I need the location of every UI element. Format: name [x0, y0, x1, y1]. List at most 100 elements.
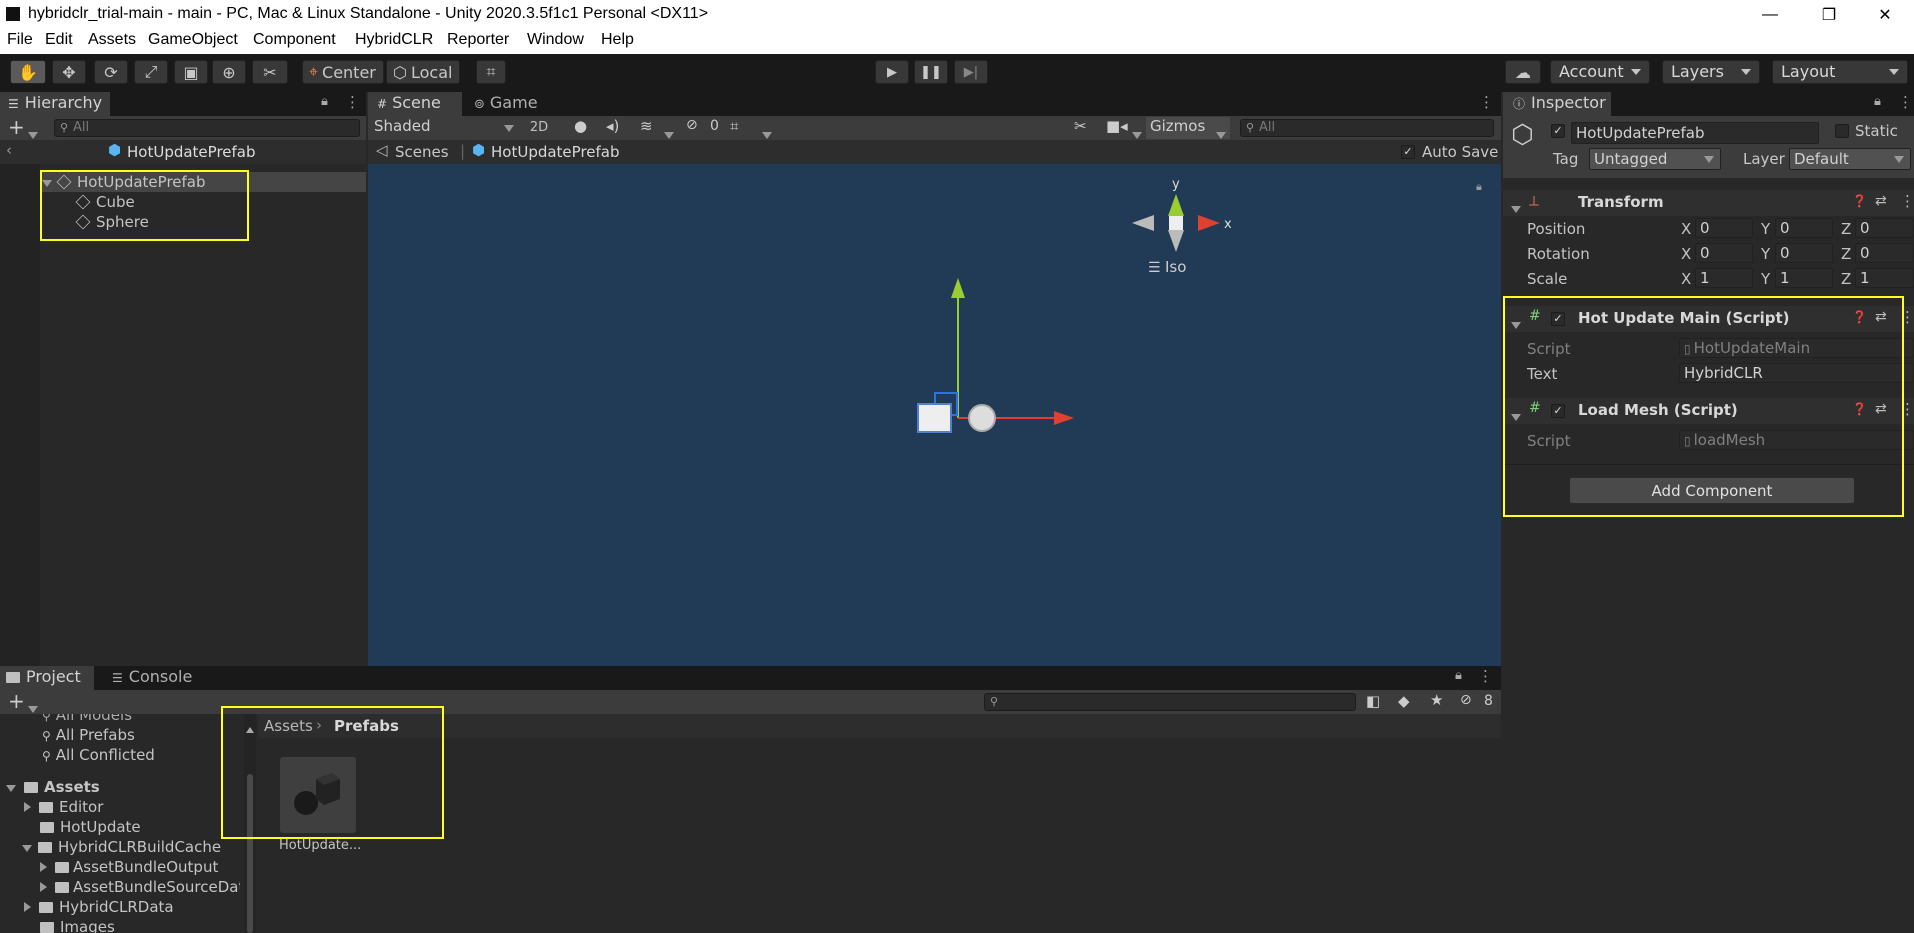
move-tool-icon[interactable]: ✥: [52, 60, 86, 84]
tag-dropdown[interactable]: Untagged: [1589, 148, 1721, 170]
foldout-arrow-icon[interactable]: [1511, 199, 1521, 217]
hidden-objects-icon[interactable]: ⊘: [686, 117, 698, 133]
tree-item-images[interactable]: Images: [40, 918, 115, 933]
active-checkbox[interactable]: ✓: [1551, 124, 1565, 138]
tree-item-all-prefabs[interactable]: ⚲ All Prefabs: [42, 726, 135, 744]
move-handle[interactable]: [917, 278, 1074, 433]
layer-dropdown[interactable]: Default: [1789, 148, 1911, 170]
position-z-field[interactable]: 0: [1855, 218, 1914, 238]
tab-inspector[interactable]: ⓘ Inspector: [1503, 92, 1611, 116]
scene-viewport[interactable]: y x ☰ Iso 🔒︎: [368, 164, 1501, 666]
effects-icon[interactable]: ≋: [640, 117, 653, 135]
expand-arrow-icon[interactable]: [24, 802, 31, 812]
2d-toggle[interactable]: 2D: [524, 118, 554, 138]
help-icon[interactable]: ❓: [1852, 194, 1867, 208]
expand-arrow-icon[interactable]: [40, 882, 47, 892]
gizmo-lock-icon[interactable]: 🔒︎: [1476, 180, 1482, 193]
menu-component[interactable]: Component: [253, 31, 336, 49]
expand-arrow-icon[interactable]: [6, 785, 16, 792]
rect-tool-icon[interactable]: ▣: [174, 60, 208, 84]
kebab-menu-icon[interactable]: ⋮: [1479, 93, 1494, 111]
orientation-gizmo[interactable]: y x ☰ Iso: [1132, 177, 1232, 276]
tab-scene[interactable]: # Scene: [368, 92, 462, 116]
menu-edit[interactable]: Edit: [45, 31, 73, 49]
object-name-field[interactable]: HotUpdatePrefab: [1571, 122, 1819, 144]
cloud-icon[interactable]: ☁: [1505, 60, 1541, 84]
tools-icon[interactable]: ✂: [1074, 117, 1087, 135]
position-y-field[interactable]: 0: [1775, 218, 1833, 238]
transform-header[interactable]: ⟂ Transform ❓ ⇄ ⋮: [1503, 190, 1914, 216]
kebab-menu-icon[interactable]: ⋮: [1898, 93, 1913, 111]
filter-label-icon[interactable]: ◆: [1398, 692, 1410, 710]
tree-item-assetbundleoutput[interactable]: AssetBundleOutput: [40, 858, 218, 876]
tree-item-hotupdate[interactable]: HotUpdate: [40, 818, 141, 836]
lock-icon[interactable]: 🔒︎: [1455, 668, 1462, 683]
layers-dropdown[interactable]: Layers: [1662, 60, 1760, 84]
tab-hierarchy[interactable]: ☰ Hierarchy: [0, 92, 110, 116]
scale-x-field[interactable]: 1: [1695, 268, 1753, 288]
layout-dropdown[interactable]: Layout: [1772, 60, 1908, 84]
expand-arrow-icon[interactable]: [40, 862, 47, 872]
maximize-button[interactable]: ❐: [1806, 0, 1852, 30]
rotation-y-field[interactable]: 0: [1775, 243, 1833, 263]
audio-icon[interactable]: ◂): [606, 117, 619, 135]
tree-item-assetbundlesourcedata[interactable]: AssetBundleSourceData: [40, 878, 240, 896]
favorite-star-icon[interactable]: ★: [1430, 691, 1443, 709]
scale-z-field[interactable]: 1: [1855, 268, 1914, 288]
add-icon[interactable]: +: [8, 116, 25, 138]
scale-y-field[interactable]: 1: [1775, 268, 1833, 288]
back-chevron-icon[interactable]: ‹: [6, 141, 12, 159]
kebab-menu-icon[interactable]: ⋮: [1900, 192, 1914, 210]
pivot-local-button[interactable]: ⬡ Local: [386, 60, 460, 84]
static-label[interactable]: Static: [1855, 122, 1898, 140]
tree-item-hybridclrdata[interactable]: HybridCLRData: [24, 898, 174, 916]
rotation-z-field[interactable]: 0: [1855, 243, 1914, 263]
custom-tool-icon[interactable]: ✂: [252, 60, 288, 84]
tree-item-hybridclrbuildcache[interactable]: HybridCLRBuildCache: [22, 838, 221, 856]
breadcrumb-prefab[interactable]: HotUpdatePrefab: [491, 143, 620, 161]
expand-arrow-icon[interactable]: [24, 902, 31, 912]
menu-reporter[interactable]: Reporter: [447, 31, 509, 49]
grid-snap-icon[interactable]: ⌗: [476, 60, 506, 84]
tree-item-all-models[interactable]: ⚲ All Models: [42, 714, 132, 724]
lock-icon[interactable]: 🔒︎: [1874, 94, 1881, 109]
position-x-field[interactable]: 0: [1695, 218, 1753, 238]
account-dropdown[interactable]: Account: [1550, 60, 1650, 84]
transform-tool-icon[interactable]: ⊕: [212, 60, 246, 84]
static-checkbox[interactable]: [1835, 124, 1849, 138]
iso-label[interactable]: ☰: [1148, 260, 1161, 276]
tree-item-assets[interactable]: Assets: [6, 778, 100, 796]
kebab-menu-icon[interactable]: ⋮: [1478, 667, 1493, 685]
step-button[interactable]: ▶|: [954, 60, 988, 84]
rotate-tool-icon[interactable]: ⟳: [94, 60, 128, 84]
scene-search-input[interactable]: ⚲ All: [1240, 119, 1494, 137]
play-button[interactable]: ▶: [875, 60, 909, 84]
minimize-button[interactable]: —: [1747, 0, 1793, 30]
menu-hybridclr[interactable]: HybridCLR: [355, 31, 433, 49]
pivot-center-button[interactable]: ⌖ Center: [302, 60, 384, 84]
filter-type-icon[interactable]: ◧: [1366, 692, 1380, 710]
tab-project[interactable]: Project: [0, 666, 94, 690]
presets-icon[interactable]: ⇄: [1875, 193, 1887, 209]
rotation-x-field[interactable]: 0: [1695, 243, 1753, 263]
breadcrumb-scenes[interactable]: Scenes: [395, 143, 449, 161]
menu-file[interactable]: File: [7, 31, 33, 49]
add-icon[interactable]: +: [8, 690, 25, 712]
lock-icon[interactable]: 🔒︎: [321, 94, 328, 109]
tab-game[interactable]: ⊚ Game: [474, 92, 554, 116]
tree-item-all-conflicted[interactable]: ⚲ All Conflicted: [42, 746, 155, 764]
hand-tool-icon[interactable]: ✋: [10, 60, 46, 84]
menu-window[interactable]: Window: [527, 31, 584, 49]
menu-help[interactable]: Help: [601, 31, 634, 49]
shading-dropdown[interactable]: Shaded: [372, 117, 520, 139]
grid-icon[interactable]: ⌗: [730, 117, 738, 135]
camera-icon[interactable]: ■◂: [1106, 117, 1128, 135]
prefab-asset-label[interactable]: HotUpdate...: [279, 838, 361, 853]
menu-gameobject[interactable]: GameObject: [148, 31, 238, 49]
close-button[interactable]: ✕: [1862, 0, 1908, 30]
expand-arrow-icon[interactable]: [22, 845, 32, 852]
hierarchy-search-input[interactable]: ⚲ All: [54, 119, 360, 137]
tree-item-editor[interactable]: Editor: [24, 798, 103, 816]
hidden-packages-icon[interactable]: ⊘: [1460, 692, 1472, 708]
lighting-icon[interactable]: ●: [574, 117, 587, 135]
